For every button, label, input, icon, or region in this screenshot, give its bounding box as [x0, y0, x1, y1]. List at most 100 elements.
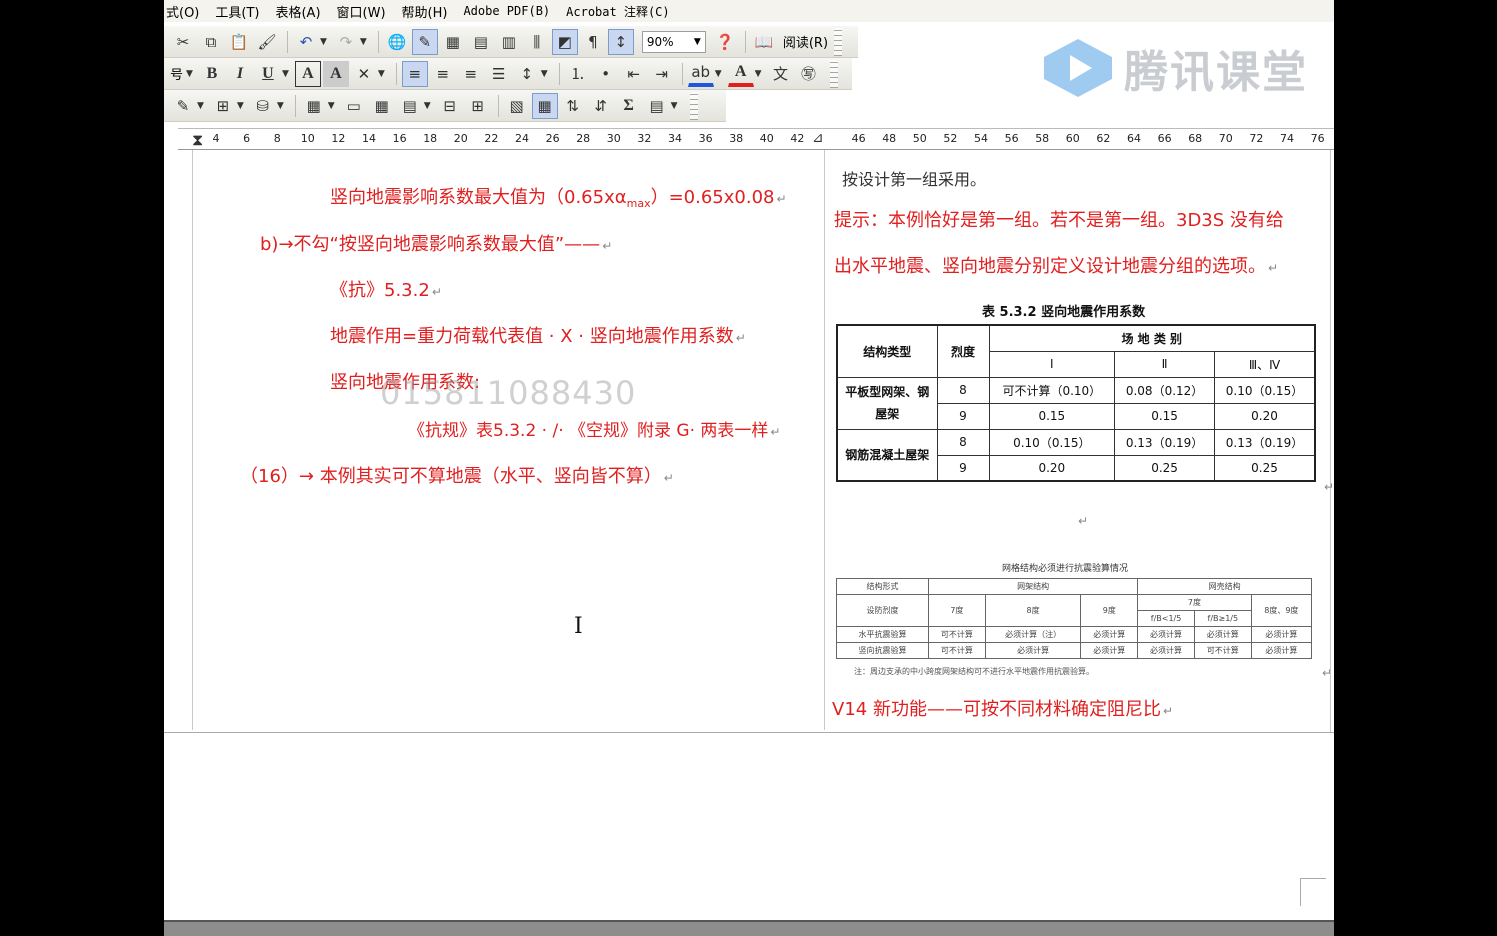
column-marker-icon[interactable]: ⊿ [812, 130, 824, 146]
show-gridlines-icon[interactable]: ▦ [531, 92, 558, 119]
distribute-columns-icon[interactable]: ⊞ [465, 93, 491, 119]
font-size-dropdown-icon[interactable]: ▼ [186, 69, 193, 79]
table-properties-dropdown-icon[interactable]: ▼ [671, 101, 678, 111]
line-spacing-icon[interactable]: ↕ [514, 61, 540, 87]
sort-descending-icon[interactable]: ⇵ [588, 93, 614, 119]
paste-icon[interactable]: 📋 [226, 29, 252, 55]
zoom-select[interactable]: 90% ▼ [641, 30, 706, 53]
menu-help[interactable]: 帮助(H) [400, 2, 462, 21]
show-hide-icon[interactable]: ¶ [580, 29, 606, 55]
cut-icon[interactable]: ✂ [170, 29, 196, 55]
autosum-icon[interactable]: Σ [616, 93, 642, 119]
align-center-icon[interactable]: ≡ [430, 61, 456, 87]
sort-ascending-icon[interactable]: ⇅ [560, 93, 586, 119]
toolbar-grip[interactable] [829, 59, 838, 88]
menu-table[interactable]: 表格(A) [273, 2, 334, 21]
small-header-fb1: f/B<1/5 [1137, 610, 1195, 627]
fill-color-dropdown-icon[interactable]: ▼ [277, 101, 284, 111]
undo-dropdown-icon[interactable]: ▼ [320, 37, 327, 47]
char-scale-icon[interactable]: ✕ [351, 61, 377, 87]
ruler-tick: 60 [1065, 132, 1080, 145]
select-icon[interactable]: ↕ [607, 28, 634, 55]
paragraph-mark: ↵ [602, 239, 613, 253]
redo-dropdown-icon[interactable]: ▼ [360, 37, 367, 47]
document-area[interactable]: 竖向地震影响系数最大值为（0.65xαmax）=0.65x0.08 ↵ b)→不勾… [164, 150, 1334, 733]
document-map-icon[interactable]: ◩ [551, 28, 578, 55]
copy-icon[interactable]: ⧉ [198, 29, 224, 55]
insert-table-icon[interactable]: ▦ [440, 29, 466, 55]
italic-button[interactable]: I [227, 61, 253, 87]
distribute-rows-icon[interactable]: ⊟ [437, 93, 463, 119]
font-color-dropdown-icon[interactable]: ▼ [755, 69, 762, 79]
numbering-icon[interactable]: ⒈ [565, 61, 591, 87]
text-right-4: V14 新功能——可按不同材料确定阻尼比 ↵ [832, 695, 1173, 721]
font-size-field[interactable]: 号 [170, 64, 183, 83]
font-color-icon[interactable]: A [727, 61, 754, 87]
ruler-tick: 20 [453, 132, 468, 145]
separator [497, 94, 499, 117]
group-1: 平板型网架、钢屋架 [836, 376, 938, 430]
highlight-icon[interactable]: ab [687, 61, 714, 87]
help-icon[interactable]: ❓ [712, 29, 738, 55]
char-scale-dropdown-icon[interactable]: ▼ [378, 69, 385, 79]
line-spacing-dropdown-icon[interactable]: ▼ [541, 69, 548, 79]
ruler-tick: 56 [1004, 132, 1019, 145]
line-style-dropdown-icon[interactable]: ▼ [197, 101, 204, 111]
table-cell: 0.10（0.15） [988, 428, 1116, 456]
redo-icon[interactable]: ↷ [333, 29, 359, 55]
fill-color-icon[interactable]: ⛁ [250, 93, 276, 119]
align-cell-icon[interactable]: ▤ [397, 93, 423, 119]
small-header-intensity: 设防烈度 [836, 594, 929, 627]
insert-table-dropdown-icon[interactable]: ▼ [328, 101, 335, 111]
decrease-indent-icon[interactable]: ⇤ [621, 61, 647, 87]
text-line-6: 《抗规》表5.3.2 · /· 《空规》附录 G· 两表一样 ↵ [408, 416, 780, 441]
split-cells-icon[interactable]: ▦ [369, 93, 395, 119]
menu-format[interactable]: 式(O) [164, 2, 213, 21]
highlight-dropdown-icon[interactable]: ▼ [715, 69, 722, 79]
border-icon[interactable]: ⊞ [210, 93, 236, 119]
insert-excel-icon[interactable]: ▤ [468, 29, 494, 55]
underline-button[interactable]: U [255, 61, 281, 87]
text-line-1: 竖向地震影响系数最大值为（0.65xαmax）=0.65x0.08 ↵ [330, 183, 787, 210]
next-page-area[interactable] [164, 734, 1334, 920]
hyperlink-icon[interactable]: 🌐 [384, 29, 410, 55]
align-left-icon[interactable]: ≡ [401, 60, 428, 87]
justify-icon[interactable]: ☰ [486, 61, 512, 87]
group-2: 钢筋混凝土屋架 [836, 428, 938, 482]
format-painter-icon[interactable]: 🖌 [254, 29, 280, 55]
align-right-icon[interactable]: ≡ [458, 61, 484, 87]
insert-table-icon[interactable]: ▦ [301, 93, 327, 119]
table-autoformat-icon[interactable]: ▧ [504, 93, 530, 119]
phonetic-guide-icon[interactable]: 文 [768, 61, 794, 87]
reading-button[interactable]: 阅读(R) [783, 32, 828, 51]
columns-icon[interactable]: ▥ [496, 29, 522, 55]
bold-button[interactable]: B [199, 61, 225, 87]
menu-window[interactable]: 窗口(W) [335, 2, 400, 21]
enclose-char-icon[interactable]: ㊢ [796, 61, 822, 87]
underline-dropdown-icon[interactable]: ▼ [282, 69, 289, 79]
menu-adobe-pdf[interactable]: Adobe PDF(B) [461, 4, 564, 18]
paragraph-mark: ↵ [431, 285, 442, 299]
border-dropdown-icon[interactable]: ▼ [237, 101, 244, 111]
bullets-icon[interactable]: • [593, 61, 619, 87]
horizontal-ruler[interactable]: 4 6 8 10 12 14 16 18 20 22 24 26 28 30 32 34 36 38 40 42 46 4… [178, 128, 1334, 150]
align-cell-dropdown-icon[interactable]: ▼ [424, 101, 431, 111]
char-border-icon[interactable]: A [294, 60, 321, 87]
indent-marker-icon[interactable]: ⧗ [192, 130, 203, 150]
increase-indent-icon[interactable]: ⇥ [649, 61, 675, 87]
char-shading-icon[interactable]: A [322, 60, 349, 87]
tables-borders-icon[interactable]: ✎ [411, 28, 438, 55]
draw-table-icon[interactable]: ✎ [170, 93, 196, 119]
drawing-icon[interactable]: ⫼ [524, 29, 550, 55]
undo-icon[interactable]: ↶ [293, 29, 319, 55]
toolbar-grip[interactable] [834, 27, 843, 56]
toolbar-grip[interactable] [689, 91, 698, 120]
small-cell: 必须计算 [1080, 626, 1139, 643]
book-icon[interactable]: 📖 [751, 29, 777, 55]
header-intensity: 烈度 [936, 324, 990, 378]
menu-acrobat-comments[interactable]: Acrobat 注释(C) [564, 3, 683, 20]
merge-cells-icon[interactable]: ▭ [341, 93, 367, 119]
ruler-tick: 70 [1218, 132, 1233, 145]
table-properties-icon[interactable]: ▤ [644, 93, 670, 119]
menu-tools[interactable]: 工具(T) [213, 2, 273, 21]
